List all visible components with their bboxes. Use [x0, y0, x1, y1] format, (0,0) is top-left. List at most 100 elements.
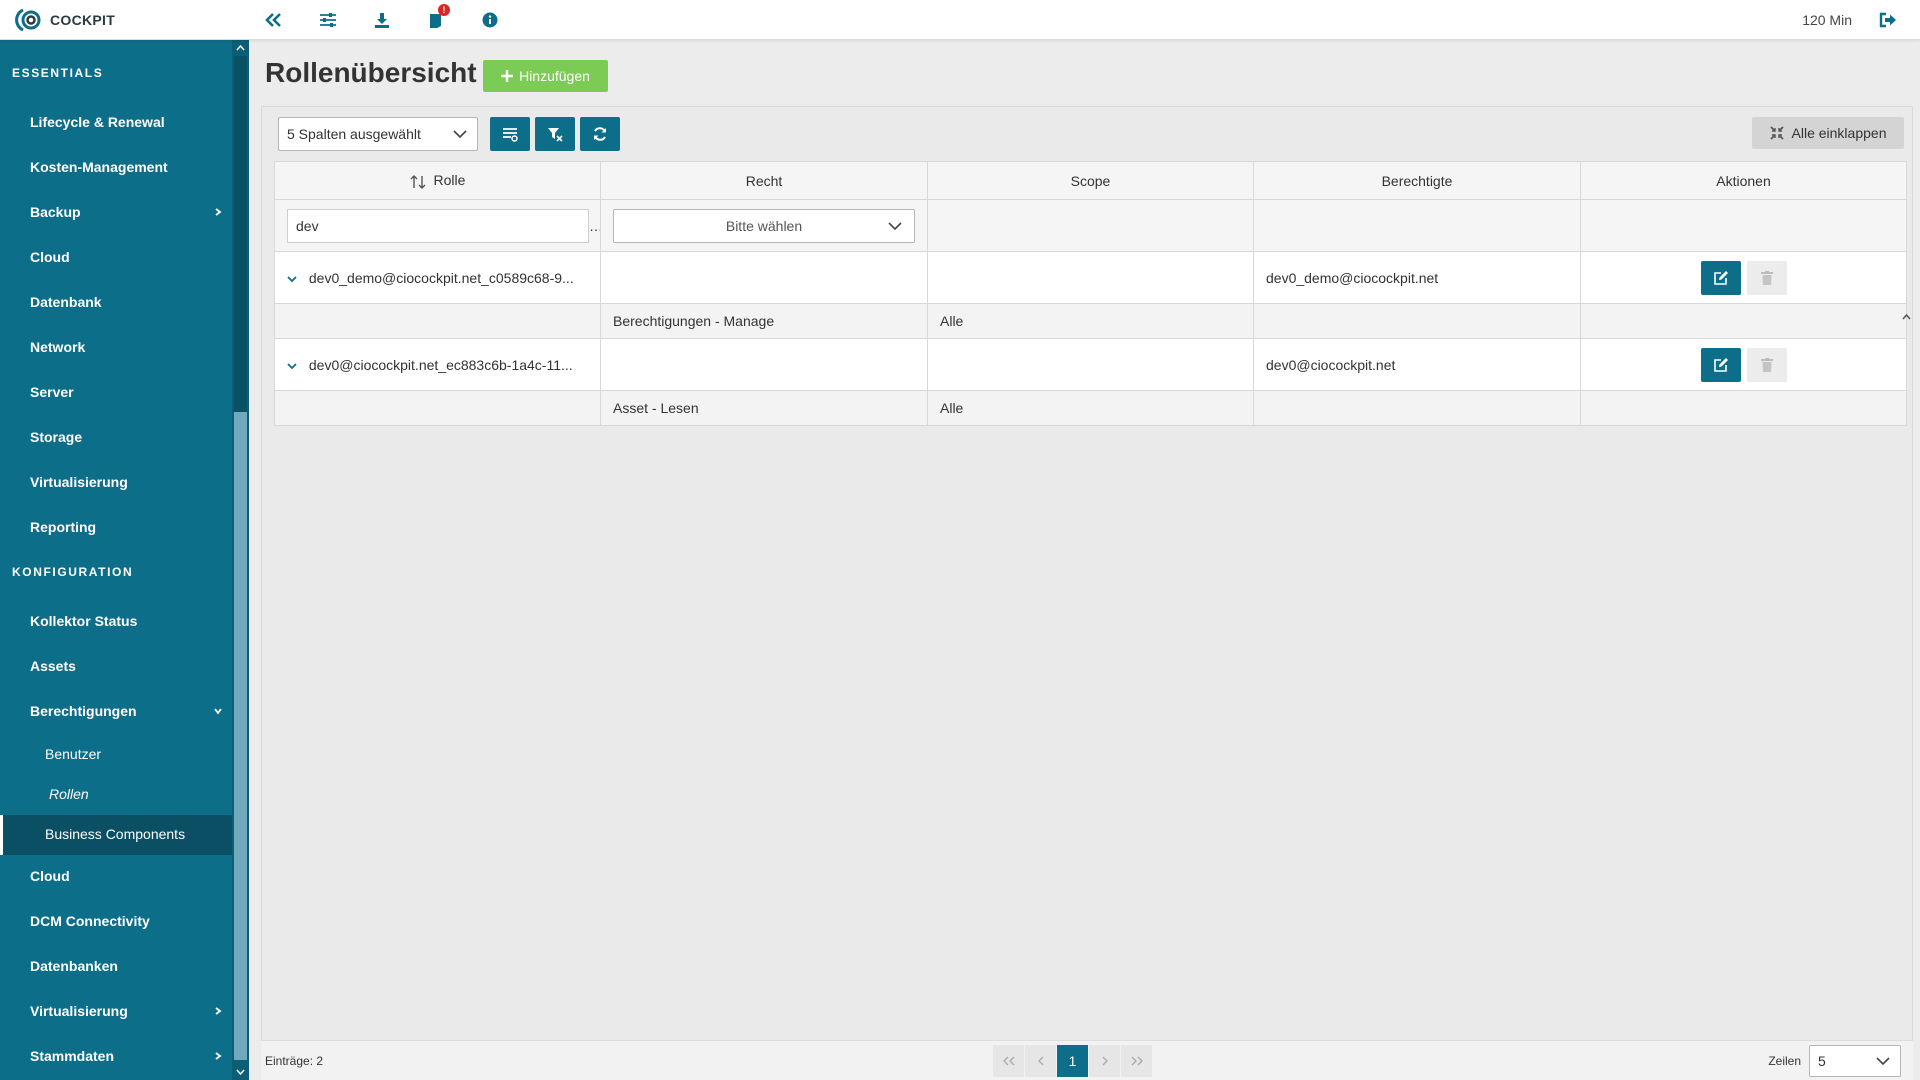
- table-row: dev0@ciocockpit.net_ec883c6b-1a4c-11... …: [274, 338, 1907, 391]
- trash-icon: [1760, 357, 1773, 372]
- recht-cell: Asset - Lesen: [600, 390, 928, 426]
- edit-icon: [1713, 357, 1728, 372]
- first-page-button[interactable]: [993, 1045, 1025, 1077]
- recht-filter-placeholder: Bitte wählen: [725, 217, 803, 234]
- scroll-up-icon[interactable]: [236, 44, 245, 53]
- refresh-button[interactable]: [580, 117, 620, 151]
- next-page-button[interactable]: [1089, 1045, 1121, 1077]
- delete-button[interactable]: [1746, 260, 1787, 295]
- refresh-icon: [594, 127, 606, 141]
- col-header-rolle[interactable]: Rolle: [274, 161, 601, 200]
- entries-count: Einträge: 2: [265, 1054, 324, 1068]
- table-sub-row: Berechtigungen - Manage Alle: [274, 303, 1907, 339]
- sidebar-item-datenbanken[interactable]: Datenbanken: [30, 958, 118, 974]
- prev-page-button[interactable]: [1025, 1045, 1057, 1077]
- scroll-up-icon[interactable]: [1902, 313, 1911, 322]
- sort-icon: [410, 174, 426, 189]
- logo-text: COCKPIT: [50, 12, 116, 28]
- download-icon[interactable]: [370, 8, 394, 32]
- sidebar-item-assets[interactable]: Assets: [30, 658, 76, 674]
- sidebar-item-reporting[interactable]: Reporting: [30, 519, 96, 535]
- sidebar: ESSENTIALS Lifecycle & Renewal Kosten-Ma…: [0, 40, 232, 1080]
- double-chevron-right-icon: [1131, 1056, 1143, 1066]
- sidebar-item-benutzer[interactable]: Benutzer: [45, 746, 101, 762]
- sidebar-item-network[interactable]: Network: [30, 339, 85, 355]
- column-settings-button[interactable]: [490, 117, 530, 151]
- top-bar: COCKPIT ! 120 Min: [0, 0, 1920, 40]
- sidebar-item-virtualisierung-config[interactable]: Virtualisierung: [30, 1003, 128, 1019]
- double-chevron-left-icon: [1002, 1056, 1014, 1066]
- col-header-rolle-label: Rolle: [433, 172, 466, 189]
- rows-per-page-value: 5: [1818, 1053, 1826, 1069]
- edit-button[interactable]: [1700, 347, 1741, 382]
- sidebar-scrollbar-thumb[interactable]: [234, 56, 247, 412]
- list-settings-icon: [503, 128, 518, 142]
- sidebar-item-dcm-connectivity[interactable]: DCM Connectivity: [30, 913, 150, 929]
- rolle-cell: dev0_demo@ciocockpit.net_c0589c68-9...: [308, 269, 574, 286]
- sidebar-item-datenbank[interactable]: Datenbank: [30, 294, 102, 310]
- sidebar-item-server[interactable]: Server: [30, 384, 74, 400]
- sidebar-item-rollen[interactable]: Rollen: [49, 786, 89, 802]
- session-timer: 120 Min: [1802, 12, 1852, 28]
- table-scrollbar[interactable]: [1900, 313, 1912, 1080]
- rows-per-page-select[interactable]: 5: [1809, 1045, 1901, 1077]
- sidebar-item-storage[interactable]: Storage: [30, 429, 82, 445]
- col-header-aktionen: Aktionen: [1580, 161, 1907, 200]
- expand-chevron-icon[interactable]: [287, 361, 297, 371]
- chevron-down-icon: [453, 130, 467, 139]
- table-sub-row: Asset - Lesen Alle: [274, 390, 1907, 426]
- add-button[interactable]: Hinzufügen: [483, 60, 608, 92]
- chevron-right-icon: [215, 208, 222, 216]
- active-indicator: [0, 815, 3, 855]
- sidebar-scrollbar[interactable]: [232, 40, 249, 1080]
- section-essentials: ESSENTIALS: [12, 66, 104, 80]
- col-header-scope[interactable]: Scope: [927, 161, 1254, 200]
- settings-sliders-icon[interactable]: [316, 8, 340, 32]
- sidebar-item-berechtigungen[interactable]: Berechtigungen: [30, 703, 137, 719]
- clear-filter-button[interactable]: [535, 117, 575, 151]
- notifications-icon[interactable]: !: [424, 4, 450, 32]
- expand-chevron-icon[interactable]: [287, 274, 297, 284]
- section-konfiguration: KONFIGURATION: [12, 565, 134, 579]
- delete-button[interactable]: [1746, 347, 1787, 382]
- sidebar-scrollbar-track: [234, 412, 247, 1060]
- sidebar-item-kosten[interactable]: Kosten-Management: [30, 159, 168, 175]
- page-button-current[interactable]: 1: [1057, 1045, 1089, 1077]
- collapse-sidebar-icon[interactable]: [262, 8, 286, 32]
- table-footer: Einträge: 2 1 Zeilen 5: [261, 1040, 1913, 1080]
- sidebar-item-business-components[interactable]: Business Components: [45, 826, 185, 842]
- sidebar-item-stammdaten[interactable]: Stammdaten: [30, 1048, 114, 1064]
- plus-icon: [501, 70, 514, 82]
- col-header-berechtigte[interactable]: Berechtigte: [1253, 161, 1581, 200]
- rolle-cell: dev0@ciocockpit.net_ec883c6b-1a4c-11...: [308, 356, 573, 373]
- sidebar-item-virtualisierung[interactable]: Virtualisierung: [30, 474, 128, 490]
- info-icon[interactable]: [478, 8, 502, 32]
- logo[interactable]: COCKPIT: [14, 7, 115, 33]
- add-button-label: Hinzufügen: [519, 68, 590, 84]
- columns-select[interactable]: 5 Spalten ausgewählt: [278, 117, 478, 151]
- scope-cell: Alle: [927, 390, 1254, 426]
- chevron-down-icon: [214, 708, 222, 715]
- edit-button[interactable]: [1700, 260, 1741, 295]
- sidebar-item-cloud[interactable]: Cloud: [30, 249, 70, 265]
- main-content: Rollenübersicht Hinzufügen 5 Spalten aus…: [249, 40, 1920, 1080]
- sidebar-item-backup[interactable]: Backup: [30, 204, 81, 220]
- sidebar-item-kollektor-status[interactable]: Kollektor Status: [30, 613, 137, 629]
- rolle-filter-input[interactable]: [287, 208, 589, 243]
- scroll-down-icon[interactable]: [236, 1067, 245, 1076]
- col-header-recht[interactable]: Recht: [600, 161, 928, 200]
- rows-per-page-label: Zeilen: [1768, 1054, 1801, 1068]
- table-row: dev0_demo@ciocockpit.net_c0589c68-9... d…: [274, 251, 1907, 304]
- trash-icon: [1760, 270, 1773, 285]
- chevron-right-icon: [1102, 1056, 1108, 1066]
- logout-icon[interactable]: [1876, 8, 1900, 32]
- recht-cell: Berechtigungen - Manage: [600, 303, 928, 339]
- collapse-all-button[interactable]: Alle einklappen: [1752, 117, 1904, 149]
- recht-filter-select[interactable]: Bitte wählen: [613, 208, 915, 243]
- last-page-button[interactable]: [1121, 1045, 1153, 1077]
- collapse-all-label: Alle einklappen: [1791, 125, 1887, 141]
- sidebar-item-lifecycle[interactable]: Lifecycle & Renewal: [30, 114, 165, 130]
- chevron-down-icon: [1876, 1057, 1890, 1066]
- notification-badge: !: [438, 4, 450, 16]
- sidebar-item-cloud-config[interactable]: Cloud: [30, 868, 70, 884]
